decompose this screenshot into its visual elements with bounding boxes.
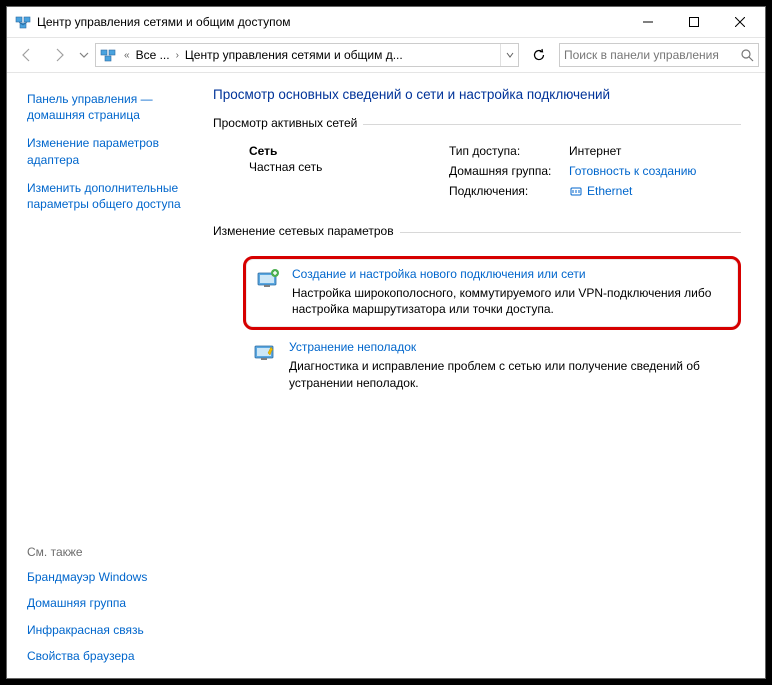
window: Центр управления сетями и общим доступом…	[6, 6, 766, 679]
breadcrumb[interactable]: « Все ... › Центр управления сетями и об…	[95, 43, 519, 67]
maximize-button[interactable]	[671, 8, 717, 36]
back-button[interactable]	[13, 41, 41, 69]
troubleshoot-icon	[251, 340, 279, 364]
refresh-button[interactable]	[527, 43, 551, 67]
task-description: Диагностика и исправление проблем с сеть…	[289, 358, 729, 390]
navbar: « Все ... › Центр управления сетями и об…	[7, 37, 765, 73]
close-button[interactable]	[717, 8, 763, 36]
sidebar: Панель управления — домашняя страница Из…	[7, 73, 213, 678]
window-title: Центр управления сетями и общим доступом	[37, 15, 625, 29]
sidebar-link-adapter[interactable]: Изменение параметров адаптера	[27, 135, 197, 167]
homegroup-link[interactable]: Готовность к созданию	[569, 164, 696, 178]
homegroup-label: Домашняя группа:	[449, 164, 569, 178]
search-icon	[740, 48, 754, 62]
titlebar: Центр управления сетями и общим доступом	[7, 7, 765, 37]
connections-label: Подключения:	[449, 184, 569, 198]
task-description: Настройка широкополосного, коммутируемог…	[292, 285, 726, 317]
task-new-connection[interactable]: Создание и настройка нового подключения …	[243, 256, 741, 330]
task-title: Создание и настройка нового подключения …	[292, 267, 726, 281]
see-also-browser[interactable]: Свойства браузера	[27, 648, 197, 664]
change-settings-heading: Изменение сетевых параметров	[213, 224, 394, 238]
divider	[363, 124, 741, 125]
sidebar-link-sharing[interactable]: Изменить дополнительные параметры общего…	[27, 180, 197, 212]
task-title: Устранение неполадок	[289, 340, 729, 354]
network-center-icon	[15, 14, 31, 30]
connection-name: Ethernet	[587, 184, 632, 198]
breadcrumb-crumb[interactable]: Все ...	[134, 48, 172, 62]
breadcrumb-sep: ›	[172, 50, 183, 61]
breadcrumb-dropdown[interactable]	[500, 44, 518, 66]
see-also-homegroup[interactable]: Домашняя группа	[27, 595, 197, 611]
see-also-infrared[interactable]: Инфракрасная связь	[27, 622, 197, 638]
main-pane: Просмотр основных сведений о сети и наст…	[213, 73, 765, 678]
active-network: Сеть Частная сеть Тип доступа: Интернет …	[213, 136, 741, 214]
new-connection-icon	[254, 267, 282, 291]
minimize-button[interactable]	[625, 8, 671, 36]
breadcrumb-crumb[interactable]: Центр управления сетями и общим д...	[183, 48, 405, 62]
forward-button[interactable]	[45, 41, 73, 69]
history-dropdown[interactable]	[77, 50, 91, 60]
search-input[interactable]: Поиск в панели управления	[559, 43, 759, 67]
see-also-firewall[interactable]: Брандмауэр Windows	[27, 569, 197, 585]
breadcrumb-sep: «	[120, 50, 134, 61]
network-name: Сеть	[249, 144, 449, 158]
access-type-value: Интернет	[569, 144, 621, 158]
page-title: Просмотр основных сведений о сети и наст…	[213, 87, 741, 102]
search-placeholder: Поиск в панели управления	[564, 48, 719, 62]
access-type-label: Тип доступа:	[449, 144, 569, 158]
network-type: Частная сеть	[249, 160, 449, 174]
sidebar-link-home[interactable]: Панель управления — домашняя страница	[27, 91, 197, 123]
active-networks-heading: Просмотр активных сетей	[213, 116, 357, 130]
divider	[400, 232, 741, 233]
task-troubleshoot[interactable]: Устранение неполадок Диагностика и испра…	[243, 332, 741, 400]
connection-link[interactable]: Ethernet	[569, 184, 632, 198]
ethernet-icon	[569, 184, 583, 198]
see-also-heading: См. также	[27, 545, 205, 559]
network-center-icon	[100, 47, 116, 63]
